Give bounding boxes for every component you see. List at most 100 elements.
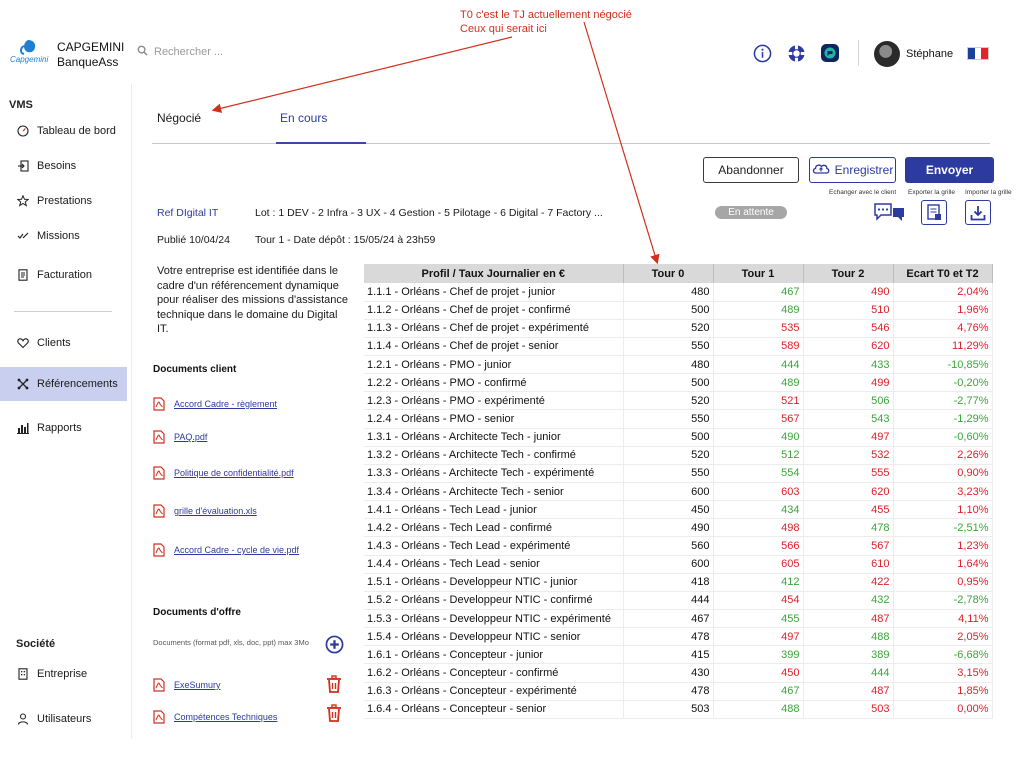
cell-tour0[interactable]: 500 [623, 428, 714, 447]
cell-ecart[interactable]: 2,05% [893, 627, 993, 647]
cell-tour0[interactable]: 500 [623, 301, 714, 320]
sidebar-item-clients[interactable]: Clients [0, 326, 127, 360]
client-doc-name[interactable]: Accord Cadre - cycle de vie.pdf [174, 545, 299, 555]
sidebar-item-besoins[interactable]: Besoins [0, 149, 127, 183]
send-button[interactable]: Envoyer [905, 157, 994, 183]
cell-tour1[interactable]: 605 [713, 555, 804, 574]
cell-tour1[interactable]: 603 [713, 482, 804, 502]
cell-ecart[interactable]: -0,20% [893, 373, 993, 393]
table-row[interactable]: 1.1.1 - Orléans - Chef de projet - junio… [364, 283, 993, 302]
header-tour0[interactable]: Tour 0 [623, 264, 714, 283]
table-row[interactable]: 1.3.4 - Orléans - Architecte Tech - seni… [364, 482, 993, 502]
cell-tour2[interactable]: 532 [803, 446, 894, 465]
support-icon[interactable] [786, 43, 806, 63]
tab-negocie[interactable]: Négocié [157, 111, 201, 125]
export-grid-icon[interactable] [921, 200, 947, 225]
france-flag-icon[interactable] [967, 47, 989, 60]
table-row[interactable]: 1.6.3 - Orléans - Concepteur - expérimen… [364, 682, 993, 701]
cell-tour2[interactable]: 506 [803, 391, 894, 411]
table-row[interactable]: 1.1.3 - Orléans - Chef de projet - expér… [364, 319, 993, 338]
cell-tour2[interactable]: 488 [803, 627, 894, 647]
sidebar-item-entreprise[interactable]: Entreprise [0, 657, 127, 691]
cell-ecart[interactable]: 4,76% [893, 319, 993, 338]
cell-tour2[interactable]: 444 [803, 663, 894, 683]
table-row[interactable]: 1.2.1 - Orléans - PMO - junior 480 444 433-… [364, 355, 993, 375]
client-doc-link[interactable]: PAQ.pdf [153, 430, 207, 444]
cell-tour1[interactable]: 488 [713, 700, 804, 719]
cell-tour0[interactable]: 478 [623, 627, 714, 647]
trash-icon[interactable] [326, 675, 342, 693]
sidebar-item-prestations[interactable]: Prestations [0, 184, 127, 218]
table-row[interactable]: 1.4.1 - Orléans - Tech Lead - junior 450 4… [364, 500, 993, 520]
cell-tour0[interactable]: 560 [623, 536, 714, 556]
cell-ecart[interactable]: 3,15% [893, 663, 993, 683]
cell-tour1[interactable]: 489 [713, 373, 804, 393]
client-doc-name[interactable]: Politique de confidentialité.pdf [174, 468, 294, 478]
cell-tour0[interactable]: 520 [623, 391, 714, 411]
search-bar[interactable]: Rechercher ... [137, 45, 223, 59]
cell-tour0[interactable]: 450 [623, 500, 714, 520]
table-row[interactable]: 1.3.3 - Orléans - Architecte Tech - expé… [364, 464, 993, 484]
search-input[interactable]: Rechercher ... [154, 46, 223, 58]
cell-tour0[interactable]: 467 [623, 609, 714, 629]
table-row[interactable]: 1.5.1 - Orléans - Developpeur NTIC - jun… [364, 573, 993, 592]
table-row[interactable]: 1.3.2 - Orléans - Architecte Tech - conf… [364, 446, 993, 465]
cell-ecart[interactable]: 1,10% [893, 500, 993, 520]
cell-tour0[interactable]: 490 [623, 518, 714, 538]
cell-ecart[interactable]: -2,77% [893, 391, 993, 411]
cell-tour2[interactable]: 478 [803, 518, 894, 538]
client-doc-link[interactable]: Politique de confidentialité.pdf [153, 466, 294, 480]
cell-tour2[interactable]: 610 [803, 555, 894, 574]
cell-tour1[interactable]: 554 [713, 464, 804, 484]
cell-tour1[interactable]: 567 [713, 409, 804, 429]
cell-tour2[interactable]: 499 [803, 373, 894, 393]
sidebar-item-utilisateurs[interactable]: Utilisateurs [0, 702, 127, 736]
reference-name[interactable]: Ref DIgital IT [157, 207, 218, 219]
cell-ecart[interactable]: 0,00% [893, 700, 993, 719]
client-doc-name[interactable]: PAQ.pdf [174, 432, 207, 442]
table-row[interactable]: 1.5.2 - Orléans - Developpeur NTIC - con… [364, 591, 993, 611]
tab-en-cours[interactable]: En cours [280, 111, 327, 125]
cell-tour1[interactable]: 454 [713, 591, 804, 611]
cell-tour1[interactable]: 412 [713, 573, 804, 592]
cell-ecart[interactable]: 2,04% [893, 283, 993, 302]
client-doc-link[interactable]: grille d'évaluation.xls [153, 504, 257, 518]
cell-ecart[interactable]: 0,95% [893, 573, 993, 592]
cell-tour1[interactable]: 444 [713, 355, 804, 375]
cell-tour0[interactable]: 550 [623, 464, 714, 484]
cell-ecart[interactable]: 11,29% [893, 337, 993, 357]
offer-doc-name[interactable]: Compétences Techniques [174, 712, 277, 722]
offer-doc-link[interactable]: Compétences Techniques [153, 710, 277, 724]
cell-tour1[interactable]: 455 [713, 609, 804, 629]
cell-tour1[interactable]: 467 [713, 283, 804, 302]
user-menu[interactable]: Stéphane [874, 41, 953, 67]
client-doc-name[interactable]: grille d'évaluation.xls [174, 506, 257, 516]
cell-ecart[interactable]: 0,90% [893, 464, 993, 484]
table-row[interactable]: 1.1.2 - Orléans - Chef de projet - confi… [364, 301, 993, 320]
cell-tour0[interactable]: 600 [623, 482, 714, 502]
trash-icon[interactable] [326, 704, 342, 722]
cell-tour2[interactable]: 546 [803, 319, 894, 338]
header-ecart[interactable]: Ecart T0 et T2 [893, 264, 993, 283]
cell-ecart[interactable]: 1,85% [893, 682, 993, 701]
cell-tour2[interactable]: 455 [803, 500, 894, 520]
offer-doc-link[interactable]: ExeSumury [153, 678, 221, 692]
cell-tour2[interactable]: 555 [803, 464, 894, 484]
table-row[interactable]: 1.2.2 - Orléans - PMO - confirmé 500 489 49… [364, 373, 993, 393]
import-grid-icon[interactable] [965, 200, 991, 225]
cell-tour0[interactable]: 444 [623, 591, 714, 611]
abandon-button[interactable]: Abandonner [703, 157, 799, 183]
table-row[interactable]: 1.1.4 - Orléans - Chef de projet - senio… [364, 337, 993, 357]
cell-tour0[interactable]: 550 [623, 337, 714, 357]
client-doc-name[interactable]: Accord Cadre - règlement [174, 399, 277, 409]
cell-tour2[interactable]: 422 [803, 573, 894, 592]
client-doc-link[interactable]: Accord Cadre - cycle de vie.pdf [153, 543, 299, 557]
cell-ecart[interactable]: -6,68% [893, 645, 993, 665]
table-row[interactable]: 1.2.3 - Orléans - PMO - expérimenté 520 52… [364, 391, 993, 411]
capgemini-logo[interactable]: Capgemini [10, 38, 50, 66]
cell-tour2[interactable]: 620 [803, 337, 894, 357]
cell-ecart[interactable]: 1,64% [893, 555, 993, 574]
cell-tour1[interactable]: 589 [713, 337, 804, 357]
cell-tour0[interactable]: 418 [623, 573, 714, 592]
table-row[interactable]: 1.4.4 - Orléans - Tech Lead - senior 600 6… [364, 555, 993, 574]
